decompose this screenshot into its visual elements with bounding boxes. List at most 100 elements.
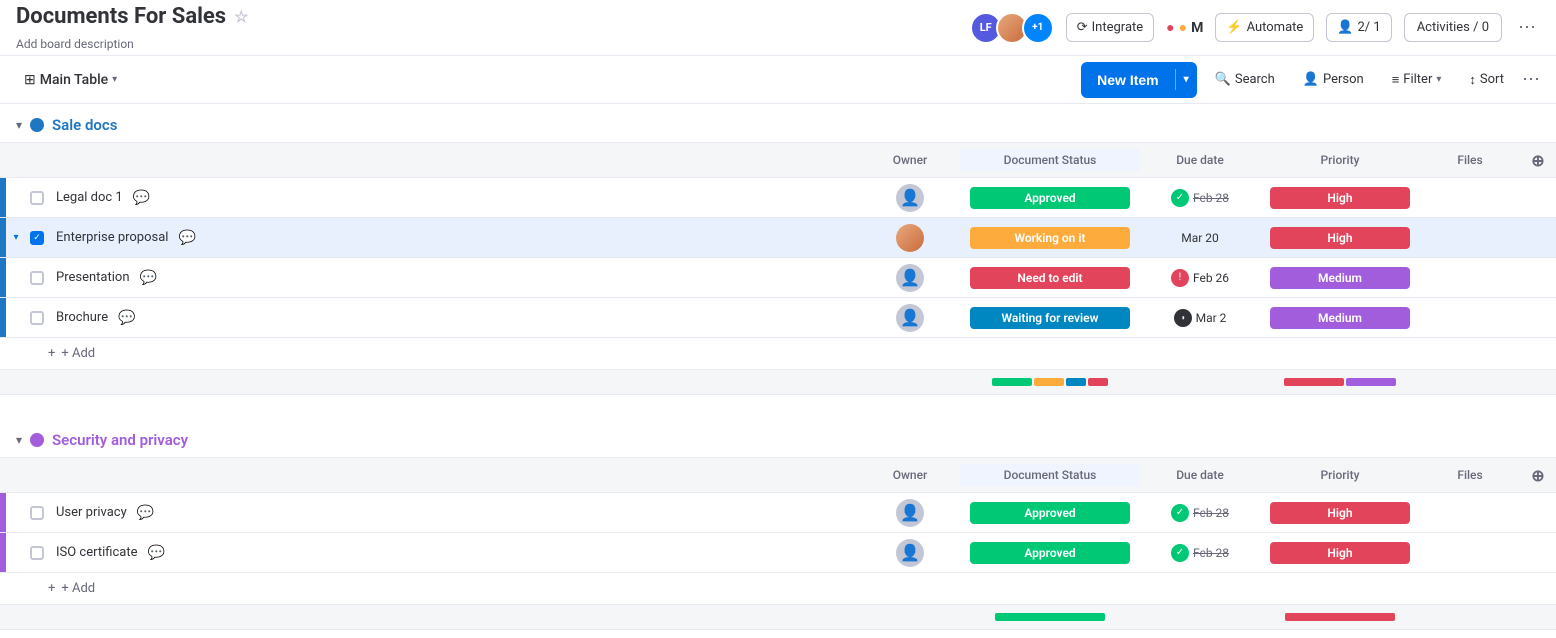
person-button[interactable]: 👤 Person (1293, 68, 1374, 91)
col-priority-legal[interactable]: High (1260, 185, 1420, 211)
col-priority-brochure[interactable]: Medium (1260, 305, 1420, 331)
owner-avatar-legal: 👤 (896, 184, 924, 212)
priority-badge-brochure[interactable]: Medium (1270, 307, 1410, 329)
checkbox-user-privacy[interactable] (26, 506, 48, 520)
status-badge-legal[interactable]: Approved (970, 187, 1130, 209)
status-badge-user-privacy[interactable]: Approved (970, 502, 1130, 524)
search-button[interactable]: 🔍 Search (1205, 68, 1285, 91)
summary-status-bars-sec (960, 611, 1140, 623)
checkbox-presentation[interactable] (26, 271, 48, 285)
row-expand-enterprise[interactable]: ▾ (6, 232, 26, 243)
filter-button[interactable]: ≡ Filter ▾ (1382, 68, 1452, 92)
col-status-iso[interactable]: Approved (960, 540, 1140, 566)
row-name-text-enterprise[interactable]: Enterprise proposal (56, 230, 168, 245)
col-owner-enterprise[interactable] (860, 224, 960, 252)
summary-priority-bars-sec (1260, 611, 1420, 623)
toolbar: ⊞ Main Table ▾ New Item ▾ 🔍 Search 👤 Per… (0, 56, 1556, 104)
col-owner-presentation[interactable]: 👤 (860, 264, 960, 292)
dropdown-icon: ▾ (112, 74, 117, 85)
group-sale-docs-header: ▾ Sale docs (0, 104, 1556, 142)
col-status-presentation[interactable]: Need to edit (960, 265, 1140, 291)
new-item-label[interactable]: New Item (1081, 62, 1174, 98)
col-status-enterprise[interactable]: Working on it (960, 225, 1140, 251)
priority-badge-presentation[interactable]: Medium (1270, 267, 1410, 289)
checkbox-brochure[interactable] (26, 311, 48, 325)
col-files-header: Files (1420, 153, 1520, 167)
col-priority-header-sec: Priority (1260, 468, 1420, 482)
row-name-text-presentation[interactable]: Presentation (56, 270, 130, 285)
row-user-privacy: User privacy 💬 👤 Approved ✓ Feb 28 High (0, 493, 1556, 533)
avatar-group[interactable]: LF +1 (970, 12, 1054, 44)
comment-icon-legal[interactable]: 💬 (133, 190, 150, 206)
col-owner-user-privacy[interactable]: 👤 (860, 499, 960, 527)
sale-docs-table-header: Owner Document Status Due date Priority … (0, 142, 1556, 178)
new-item-dropdown-icon[interactable]: ▾ (1176, 62, 1197, 98)
add-row-icon-sec: + (48, 581, 55, 596)
board-subtitle[interactable]: Add board description (16, 37, 134, 51)
comment-icon-user-privacy[interactable]: 💬 (137, 505, 154, 521)
comment-icon-presentation[interactable]: 💬 (140, 270, 157, 286)
sort-button[interactable]: ↕ Sort (1459, 68, 1514, 92)
group-toggle-security[interactable]: ▾ (16, 433, 22, 447)
priority-badge-iso[interactable]: High (1270, 542, 1410, 564)
col-priority-presentation[interactable]: Medium (1260, 265, 1420, 291)
summary-bar-green-sec (995, 613, 1105, 621)
row-name-text-legal[interactable]: Legal doc 1 (56, 190, 123, 205)
checkbox-legal[interactable] (26, 191, 48, 205)
accent-bar-iso (0, 533, 6, 572)
col-owner-legal[interactable]: 👤 (860, 184, 960, 212)
activities-button[interactable]: Activities / 0 (1404, 13, 1502, 42)
col-owner-brochure[interactable]: 👤 (860, 304, 960, 332)
col-priority-user-privacy[interactable]: High (1260, 500, 1420, 526)
checkbox-enterprise[interactable]: ✓ (26, 231, 48, 245)
status-badge-iso[interactable]: Approved (970, 542, 1130, 564)
col-status-user-privacy[interactable]: Approved (960, 500, 1140, 526)
comment-icon-enterprise[interactable]: 💬 (178, 230, 195, 246)
new-item-button[interactable]: New Item ▾ (1081, 62, 1197, 98)
status-badge-presentation[interactable]: Need to edit (970, 267, 1130, 289)
col-status-header-sec: Document Status (960, 464, 1140, 486)
priority-badge-enterprise[interactable]: High (1270, 227, 1410, 249)
add-col-icon-sec[interactable]: ⊕ (1531, 466, 1544, 485)
star-icon[interactable]: ☆ (234, 7, 248, 26)
col-duedate-enterprise: Mar 20 (1140, 231, 1260, 245)
priority-badge-user-privacy[interactable]: High (1270, 502, 1410, 524)
comment-icon-iso[interactable]: 💬 (148, 545, 165, 561)
group-security-header: ▾ Security and privacy (0, 419, 1556, 457)
checkbox-iso[interactable] (26, 546, 48, 560)
priority-badge-legal[interactable]: High (1270, 187, 1410, 209)
comment-icon-brochure[interactable]: 💬 (118, 310, 135, 326)
add-col-icon[interactable]: ⊕ (1531, 151, 1544, 170)
col-add-header-sec[interactable]: ⊕ (1520, 466, 1556, 485)
add-row-security[interactable]: + + Add (0, 573, 1556, 605)
col-owner-iso[interactable]: 👤 (860, 539, 960, 567)
row-iso-certificate: ISO certificate 💬 👤 Approved ✓ Feb 28 Hi… (0, 533, 1556, 573)
status-badge-brochure[interactable]: Waiting for review (970, 307, 1130, 329)
col-add-header[interactable]: ⊕ (1520, 151, 1556, 170)
toolbar-more-button[interactable]: ⋯ (1522, 69, 1540, 90)
row-name-text-brochure[interactable]: Brochure (56, 310, 108, 325)
row-name-text-user-privacy[interactable]: User privacy (56, 505, 127, 520)
status-badge-enterprise[interactable]: Working on it (970, 227, 1130, 249)
main-table-button[interactable]: ⊞ Main Table ▾ (16, 68, 125, 92)
group-title-security[interactable]: Security and privacy (52, 431, 188, 449)
header-more-button[interactable]: ⋯ (1514, 13, 1540, 42)
automate-button[interactable]: ⚡ Automate (1215, 13, 1314, 42)
col-status-brochure[interactable]: Waiting for review (960, 305, 1140, 331)
date-clock-brochure: ◑ (1174, 309, 1192, 327)
col-status-legal[interactable]: Approved (960, 185, 1140, 211)
filter-label: Filter (1403, 72, 1432, 87)
security-table-header: Owner Document Status Due date Priority … (0, 457, 1556, 493)
checkbox-enterprise-inner[interactable]: ✓ (30, 231, 44, 245)
row-name-text-iso[interactable]: ISO certificate (56, 545, 138, 560)
search-icon: 🔍 (1215, 72, 1231, 87)
group-toggle-sale[interactable]: ▾ (16, 118, 22, 132)
automate-label: Automate (1247, 20, 1304, 35)
date-text-iso: Feb 28 (1193, 546, 1229, 560)
integrate-button[interactable]: ⟳ Integrate (1066, 13, 1154, 42)
col-priority-enterprise[interactable]: High (1260, 225, 1420, 251)
col-priority-iso[interactable]: High (1260, 540, 1420, 566)
add-row-sale[interactable]: + + Add (0, 338, 1556, 370)
group-title-sale[interactable]: Sale docs (52, 116, 117, 134)
members-button[interactable]: 👤 2/ 1 (1326, 13, 1391, 42)
